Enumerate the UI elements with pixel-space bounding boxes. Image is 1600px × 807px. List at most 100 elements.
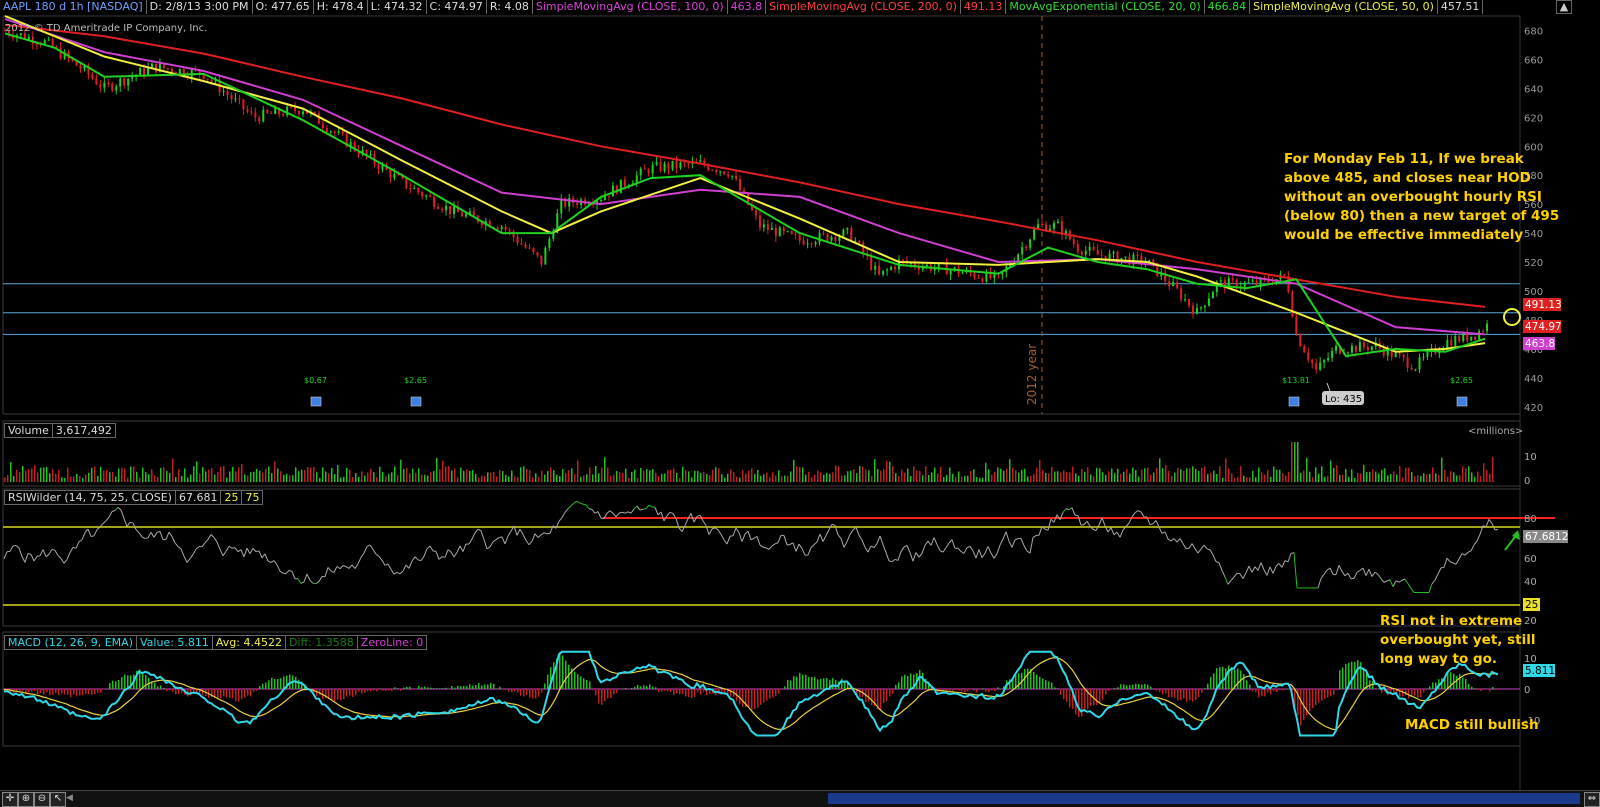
macd-hist-bar [1210, 677, 1212, 689]
macd-hist-bar [1120, 684, 1122, 689]
candle-body [874, 266, 876, 270]
scrollbar-thumb[interactable] [828, 793, 1580, 804]
rsi-segment [1339, 565, 1342, 571]
crosshair-icon[interactable]: ✛ [2, 792, 18, 807]
macd-hist-bar [1321, 689, 1323, 701]
volume-bar [262, 472, 264, 482]
rsi-segment [79, 540, 82, 542]
volume-bar [37, 472, 39, 482]
macd-hist-bar [376, 689, 378, 691]
volume-bar [907, 469, 909, 482]
expand-icon[interactable]: ⇔ [1584, 792, 1600, 807]
macd-hist-bar [673, 689, 675, 695]
volume-bar [1315, 468, 1317, 482]
macd-hist-bar [1243, 674, 1245, 689]
macd-hist-bar [505, 689, 507, 690]
rsi-segment [424, 549, 427, 556]
rsi-segment [316, 581, 319, 583]
macd-hist-bar [679, 689, 681, 694]
rsi-segment [481, 531, 484, 540]
candle-body [1283, 274, 1285, 276]
macd-hist-bar [832, 678, 834, 689]
volume-bar [121, 468, 123, 482]
candle-body [1482, 331, 1484, 332]
volume-bar [76, 474, 78, 482]
volume-bar [1291, 442, 1293, 482]
candle-body [521, 243, 523, 244]
macd-hist-bar [1060, 689, 1062, 695]
candle-body [1256, 281, 1258, 286]
volume-bar [988, 469, 990, 482]
candle-body [791, 231, 793, 234]
rsi-segment [58, 556, 61, 559]
macd-hist-bar [364, 689, 366, 693]
volume-bar [1249, 477, 1251, 482]
rsi-segment [907, 545, 910, 552]
rsi-segment [655, 507, 658, 515]
volume-bar [712, 470, 714, 482]
volume-bar [145, 472, 147, 482]
macd-label[interactable]: MACD (12, 26, 9, EMA) [4, 635, 137, 650]
rsi-segment [133, 523, 136, 530]
candle-body [1359, 342, 1361, 352]
volume-bar [307, 467, 309, 482]
rsi-segment [169, 532, 172, 536]
macd-hist-bar [1468, 684, 1470, 689]
volume-bar [67, 467, 69, 482]
volume-bar [1447, 477, 1449, 482]
volume-tick-10: 10 [1524, 452, 1537, 463]
macd-hist-bar [1159, 689, 1161, 692]
volume-bar [58, 470, 60, 482]
volume-bar [646, 469, 648, 482]
rsi-segment [523, 535, 526, 541]
close-badge-text: 474.97 [1525, 321, 1562, 333]
macd-hist-bar [88, 689, 90, 694]
volume-bar [511, 471, 513, 482]
candle-body [544, 248, 546, 265]
volume-bar [577, 461, 579, 482]
pointer-icon[interactable]: ↖ [50, 792, 66, 807]
macd-hist-bar [445, 688, 447, 689]
volume-label[interactable]: Volume [4, 423, 53, 438]
volume-bar [1207, 474, 1209, 482]
volume-bar [1354, 478, 1356, 482]
volume-bar [1294, 442, 1296, 482]
candle-body [250, 111, 252, 112]
candle-body [1188, 299, 1190, 305]
volume-bar [1177, 468, 1179, 482]
macd-hist-bar [598, 689, 600, 704]
volume-bar [466, 469, 468, 482]
macd-hist-bar [805, 675, 807, 689]
scroll-left-icon[interactable]: ◀ [66, 793, 73, 803]
volume-bar [694, 471, 696, 482]
volume-bar [922, 475, 924, 482]
rsi-segment [46, 554, 49, 556]
macd-hist-bar [499, 687, 501, 689]
macd-hist-bar [91, 689, 93, 695]
volume-bar [22, 466, 24, 482]
candle-body [1458, 336, 1460, 341]
rsi-segment [268, 561, 271, 562]
candle-body [687, 163, 689, 164]
volume-bar [166, 471, 168, 482]
volume-bar [1414, 476, 1416, 482]
rsi-segment [334, 566, 337, 572]
candle-body [1462, 332, 1464, 341]
macd-hist-bar [604, 689, 606, 701]
macd-hist-bar [1216, 668, 1218, 689]
volume-bar [904, 473, 906, 482]
macd-hist-bar [883, 689, 885, 703]
annotation-line: would be effective immediately [1284, 226, 1559, 245]
zoom-in-icon[interactable]: ⊕ [18, 792, 34, 807]
rsi-label[interactable]: RSIWilder (14, 75, 25, CLOSE) [4, 490, 176, 505]
volume-bar [223, 466, 225, 482]
rsi-segment [1012, 540, 1015, 548]
volume-bar [346, 468, 348, 482]
candle-body [1474, 337, 1476, 340]
zoom-out-icon[interactable]: ⊖ [34, 792, 50, 807]
rsi-segment [532, 534, 535, 541]
macd-hist-bar [178, 689, 180, 694]
volume-bar [448, 466, 450, 482]
macd-hist-bar [1207, 684, 1209, 689]
volume-bar [13, 476, 15, 482]
